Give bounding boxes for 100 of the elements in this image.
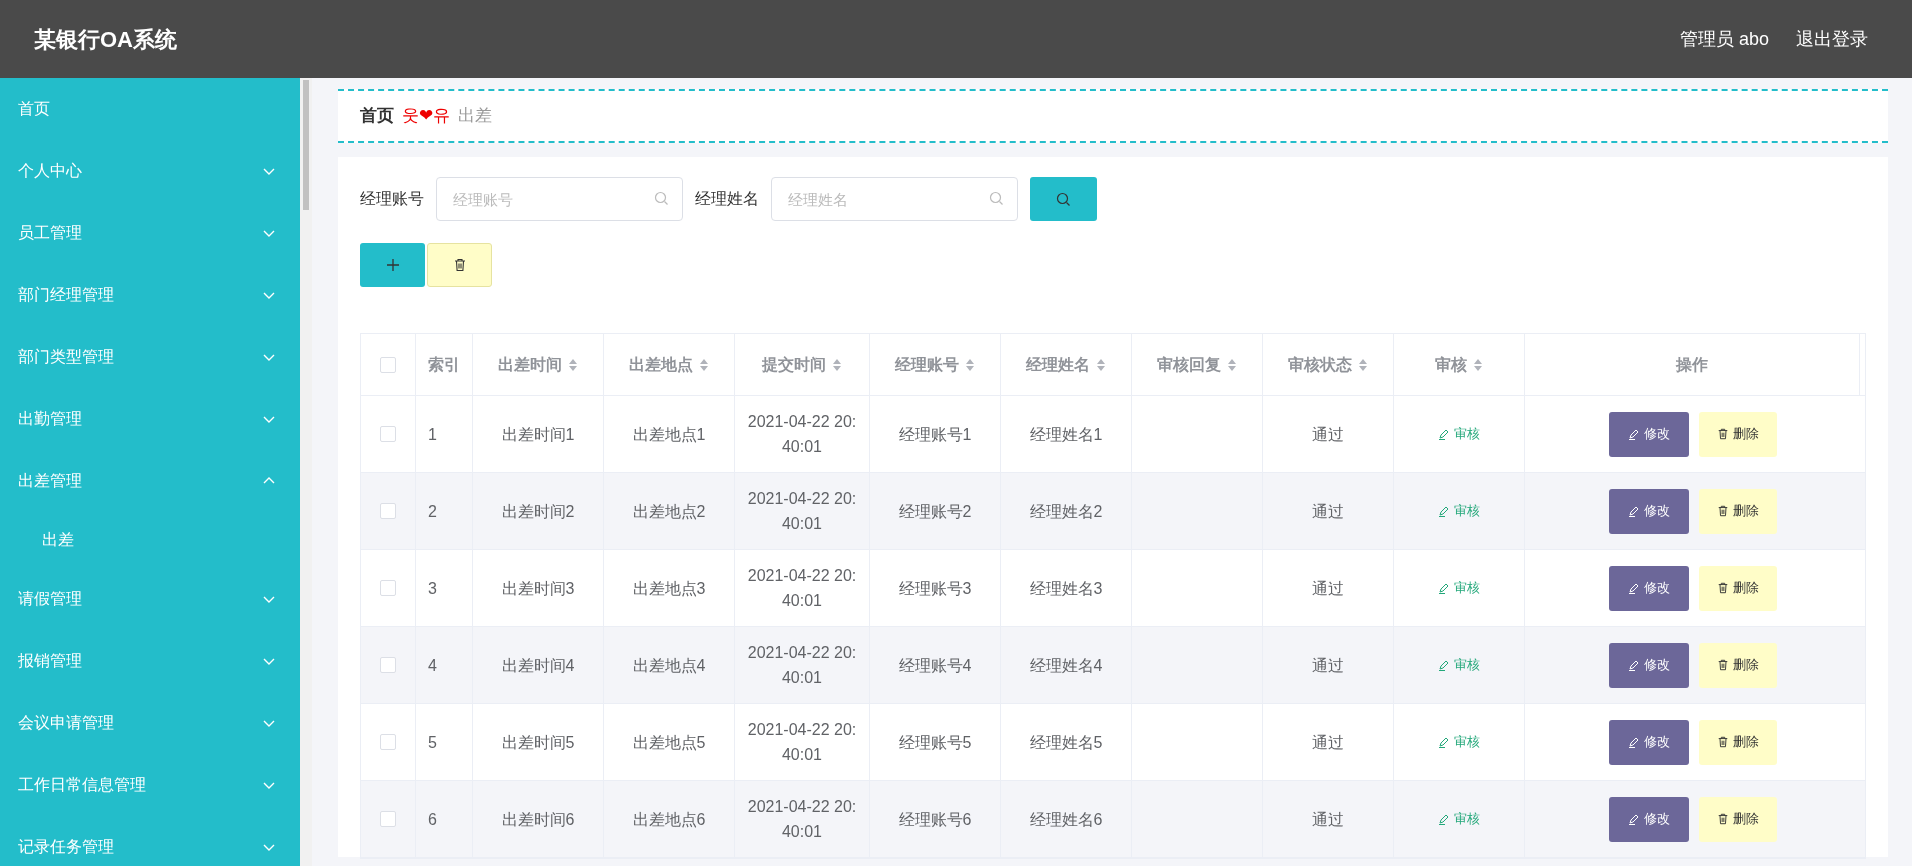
review-link[interactable]: 审核 — [1438, 578, 1480, 598]
delete-button[interactable]: 删除 — [1698, 565, 1777, 611]
sort-icon[interactable] — [568, 357, 578, 372]
column-header: 索引 — [428, 354, 460, 375]
table-cell-text: 通过 — [1312, 424, 1344, 445]
sort-icon[interactable] — [832, 357, 842, 372]
sort-icon[interactable] — [1227, 357, 1237, 372]
trash-icon — [1716, 582, 1729, 594]
row-checkbox[interactable] — [380, 811, 396, 827]
sidebar-subitem[interactable]: 出差 — [0, 512, 300, 568]
pencil-icon — [1627, 582, 1640, 594]
edit-button[interactable]: 修改 — [1608, 642, 1689, 688]
table-cell-text: 经理姓名4 — [1029, 655, 1103, 676]
trash-icon — [1716, 428, 1729, 440]
index-cell-text: 5 — [428, 732, 437, 753]
sort-icon[interactable] — [1473, 357, 1483, 372]
edit-button[interactable]: 修改 — [1608, 565, 1689, 611]
row-checkbox[interactable] — [380, 426, 396, 442]
table-cell-text: 出差地点2 — [632, 501, 706, 522]
table-cell-text: 通过 — [1312, 501, 1344, 522]
row-checkbox[interactable] — [380, 580, 396, 596]
review-link[interactable]: 审核 — [1438, 732, 1480, 752]
pencil-icon — [1627, 505, 1640, 517]
delete-button[interactable]: 删除 — [1698, 719, 1777, 765]
column-header: 审核状态 — [1288, 354, 1352, 375]
sort-icon[interactable] — [699, 357, 709, 372]
sidebar-item[interactable]: 首页 — [0, 78, 300, 140]
table-cell-text: 通过 — [1312, 732, 1344, 753]
table-cell-text: 经理账号6 — [898, 809, 972, 830]
trash-icon — [452, 258, 467, 272]
edit-button[interactable]: 修改 — [1608, 411, 1689, 457]
column-header: 经理姓名 — [1026, 354, 1090, 375]
delete-button[interactable] — [427, 243, 492, 287]
sidebar-item[interactable]: 部门类型管理 — [0, 326, 300, 388]
logout-link[interactable]: 退出登录 — [1796, 25, 1868, 53]
table-cell-text: 出差地点1 — [632, 424, 706, 445]
pencil-icon — [1438, 659, 1450, 671]
table-cell-text: 经理姓名2 — [1029, 501, 1103, 522]
row-checkbox[interactable] — [380, 657, 396, 673]
delete-button[interactable]: 删除 — [1698, 796, 1777, 842]
search-field[interactable]: 经理账号 — [436, 177, 683, 221]
trash-icon — [1716, 659, 1729, 671]
review-link[interactable]: 审核 — [1438, 501, 1480, 521]
table-cell-text: 经理账号1 — [898, 424, 972, 445]
sort-icon[interactable] — [1358, 357, 1368, 372]
sidebar-item[interactable]: 会议申请管理 — [0, 692, 300, 754]
user-label: 管理员 abo — [1679, 27, 1769, 51]
sidebar-item[interactable]: 员工管理 — [0, 202, 300, 264]
review-link[interactable]: 审核 — [1438, 424, 1480, 444]
row-checkbox[interactable] — [380, 734, 396, 750]
review-link[interactable]: 审核 — [1438, 809, 1480, 829]
column-header: 出差地点 — [629, 354, 693, 375]
trash-icon — [1716, 736, 1729, 748]
table-cell-text: 经理姓名1 — [1029, 424, 1103, 445]
search-field[interactable]: 经理姓名 — [771, 177, 1018, 221]
index-cell-text: 1 — [428, 424, 437, 445]
select-all-checkbox[interactable] — [380, 356, 396, 373]
pencil-icon — [1627, 813, 1640, 825]
table-cell-text: 出差地点4 — [632, 655, 706, 676]
edit-button[interactable]: 修改 — [1608, 719, 1689, 765]
table-cell-text: 出差时间6 — [501, 809, 575, 830]
table-cell-text: 出差地点5 — [632, 732, 706, 753]
sort-icon[interactable] — [965, 357, 975, 372]
breadcrumb-link[interactable]: 首页 — [360, 103, 394, 129]
sidebar-item[interactable]: 请假管理 — [0, 568, 300, 630]
sidebar-item[interactable]: 工作日常信息管理 — [0, 754, 300, 816]
edit-button[interactable]: 修改 — [1608, 796, 1689, 842]
trash-icon — [1716, 505, 1729, 517]
column-header: 操作 — [1676, 354, 1708, 375]
delete-button[interactable]: 删除 — [1698, 411, 1777, 457]
table-cell-text: 经理账号4 — [898, 655, 972, 676]
sidebar-item[interactable]: 个人中心 — [0, 140, 300, 202]
table-cell-text: 2021-04-22 20:40:01 — [747, 643, 857, 688]
index-cell-text: 3 — [428, 578, 437, 599]
row-checkbox[interactable] — [380, 503, 396, 519]
table-cell-text: 通过 — [1312, 809, 1344, 830]
pencil-icon — [1438, 428, 1450, 440]
edit-button[interactable]: 修改 — [1608, 488, 1689, 534]
sidebar-item[interactable]: 部门经理管理 — [0, 264, 300, 326]
sidebar-item[interactable]: 报销管理 — [0, 630, 300, 692]
sidebar-item[interactable]: 记录任务管理 — [0, 816, 300, 866]
search-button[interactable] — [1030, 177, 1097, 221]
search-icon — [654, 191, 669, 206]
pencil-icon — [1438, 582, 1450, 594]
table-cell-text: 出差时间3 — [501, 578, 575, 599]
sort-icon[interactable] — [1096, 357, 1106, 372]
pencil-icon — [1438, 736, 1450, 748]
table-cell-text: 出差地点6 — [632, 809, 706, 830]
table-cell-text: 2021-04-22 20:40:01 — [747, 566, 857, 611]
sidebar-item[interactable]: 出差管理 — [0, 450, 300, 512]
search-icon — [989, 191, 1004, 206]
sidebar-item[interactable]: 出勤管理 — [0, 388, 300, 450]
table-cell-text: 经理姓名5 — [1029, 732, 1103, 753]
table-cell-text: 经理姓名6 — [1029, 809, 1103, 830]
table-cell-text: 经理账号2 — [898, 501, 972, 522]
pencil-icon — [1627, 736, 1640, 748]
review-link[interactable]: 审核 — [1438, 655, 1480, 675]
delete-button[interactable]: 删除 — [1698, 642, 1777, 688]
index-cell-text: 4 — [428, 655, 437, 676]
delete-button[interactable]: 删除 — [1698, 488, 1777, 534]
